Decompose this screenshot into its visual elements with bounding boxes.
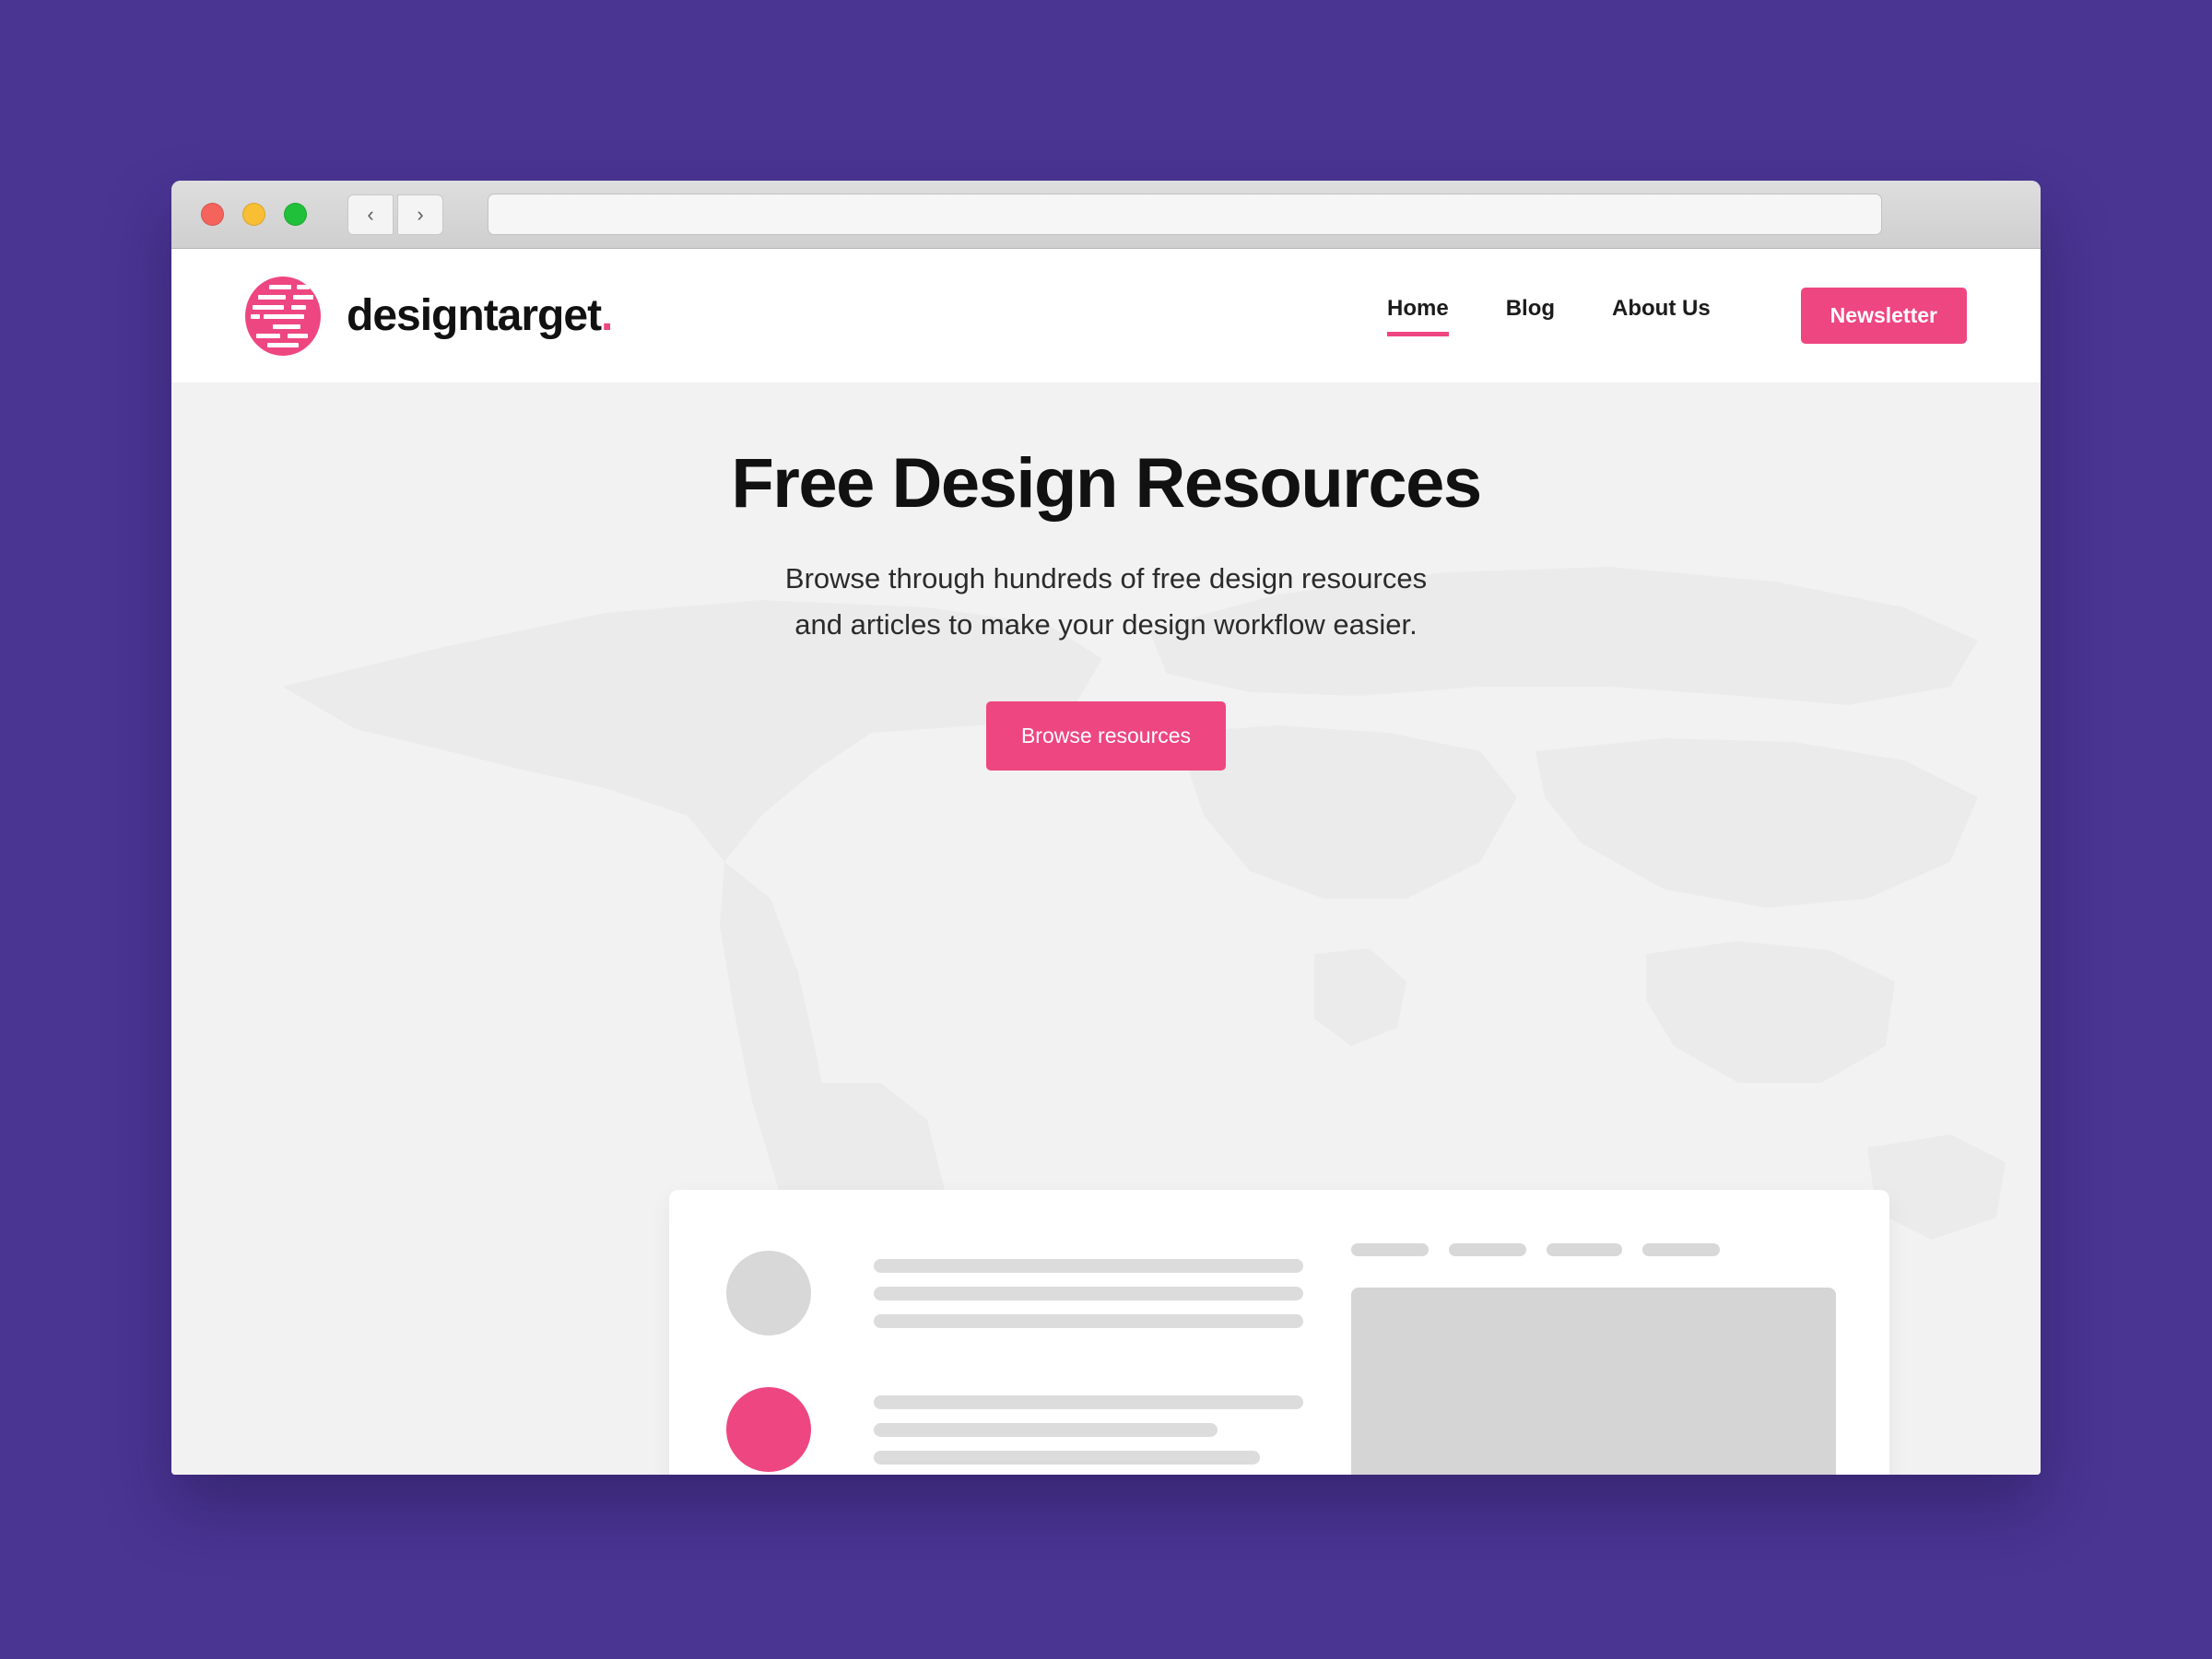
url-input[interactable] — [488, 194, 1882, 235]
browse-resources-button[interactable]: Browse resources — [985, 701, 1227, 771]
brand-name: designtarget. — [347, 290, 613, 341]
list-item[interactable] — [726, 1251, 1304, 1335]
forward-chevron-icon[interactable]: › — [397, 194, 443, 235]
browser-nav-buttons: ‹ › — [347, 194, 443, 235]
skeleton-line — [874, 1450, 1261, 1465]
skeleton-tag[interactable] — [1351, 1243, 1430, 1256]
back-chevron-icon[interactable]: ‹ — [347, 194, 394, 235]
skeleton-image-placeholder — [1351, 1288, 1836, 1475]
brand-name-dot: . — [601, 291, 613, 340]
hero-subtitle-line-1: Browse through hundreds of free design r… — [784, 561, 1428, 594]
page-title: Free Design Resources — [731, 444, 1482, 523]
hero-content: Free Design Resources Browse through hun… — [171, 382, 2041, 771]
hero-subtitle: Browse through hundreds of free design r… — [171, 556, 2041, 648]
skeleton-list-column — [726, 1238, 1304, 1475]
avatar — [726, 1387, 811, 1472]
skeleton-tag[interactable] — [1449, 1243, 1527, 1256]
newsletter-button[interactable]: Newsletter — [1800, 288, 1967, 344]
hero-section: Free Design Resources Browse through hun… — [171, 382, 2041, 1475]
maximize-window-button[interactable] — [284, 203, 307, 226]
skeleton-line — [874, 1422, 1218, 1437]
main-navigation: Home Blog About Us Newsletter — [1387, 288, 1967, 344]
skeleton-article-column — [1303, 1238, 1836, 1475]
hero-subtitle-line-2: and articles to make your design workflo… — [794, 608, 1418, 641]
skeleton-tag-row — [1351, 1243, 1836, 1256]
content-preview-card — [669, 1190, 1889, 1475]
traffic-lights — [201, 203, 307, 226]
list-item[interactable] — [726, 1387, 1304, 1472]
nav-item-blog[interactable]: Blog — [1506, 296, 1555, 336]
nav-item-about-us[interactable]: About Us — [1612, 296, 1711, 336]
skeleton-text-lines — [874, 1258, 1304, 1328]
nav-item-home[interactable]: Home — [1387, 296, 1449, 336]
skeleton-tag[interactable] — [1547, 1243, 1623, 1256]
browser-titlebar: ‹ › — [171, 181, 2041, 249]
minimize-window-button[interactable] — [242, 203, 265, 226]
skeleton-line — [874, 1286, 1304, 1300]
skeleton-line — [874, 1313, 1304, 1328]
site-header: designtarget. Home Blog About Us Newslet… — [171, 249, 2041, 382]
skeleton-text-lines — [874, 1394, 1304, 1465]
skeleton-line — [874, 1258, 1304, 1273]
striped-circle-logo-icon — [245, 276, 321, 356]
skeleton-tag[interactable] — [1642, 1243, 1721, 1256]
close-window-button[interactable] — [201, 203, 224, 226]
avatar — [726, 1251, 811, 1335]
brand-logo[interactable]: designtarget. — [245, 276, 613, 356]
skeleton-line — [874, 1394, 1304, 1409]
browser-window: ‹ › designtarget. Home Blog About Us New… — [171, 181, 2041, 1475]
brand-name-text: designtarget — [347, 291, 602, 340]
